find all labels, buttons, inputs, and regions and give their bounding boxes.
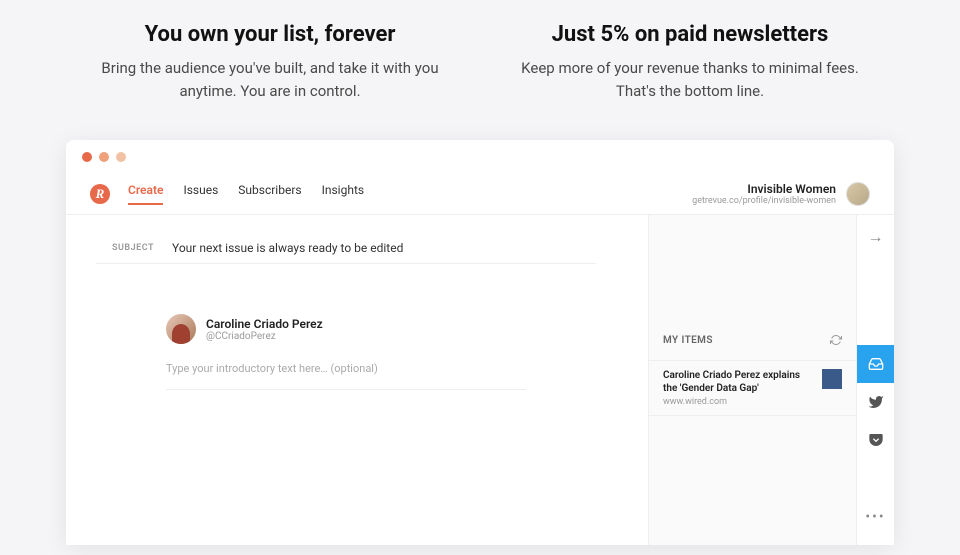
sidebar-panel: MY ITEMS Caroline Criado Perez explains …: [648, 215, 856, 545]
profile-name: Invisible Women: [692, 182, 836, 196]
feature-right-body: Keep more of your revenue thanks to mini…: [510, 57, 870, 102]
avatar: [846, 182, 870, 206]
intro-text-field[interactable]: Type your introductory text here… (optio…: [96, 356, 596, 390]
intro-divider: [166, 389, 526, 390]
twitter-icon[interactable]: [857, 383, 895, 421]
window-dot-close: [82, 152, 92, 162]
browser-window: R Create Issues Subscribers Insights Inv…: [66, 140, 894, 545]
author-name: Caroline Criado Perez: [206, 317, 323, 331]
feature-left-heading: You own your list, forever: [90, 22, 450, 47]
rail-collapse-icon[interactable]: →: [868, 215, 884, 259]
sidebar-head: MY ITEMS: [649, 321, 856, 360]
author-handle: @CCriadoPerez: [206, 331, 323, 342]
sidebar-item-thumb: [822, 369, 842, 389]
feature-left: You own your list, forever Bring the aud…: [90, 22, 450, 102]
refresh-icon[interactable]: [830, 331, 842, 350]
author-text: Caroline Criado Perez @CCriadoPerez: [206, 317, 323, 342]
window-chrome: [66, 140, 894, 174]
author-block: Caroline Criado Perez @CCriadoPerez: [96, 264, 596, 356]
editor-area: SUBJECT Your next issue is always ready …: [66, 215, 648, 545]
nav-create[interactable]: Create: [128, 183, 163, 205]
nav: Create Issues Subscribers Insights: [128, 183, 364, 205]
feature-right: Just 5% on paid newsletters Keep more of…: [510, 22, 870, 102]
profile-url: getrevue.co/profile/invisible-women: [692, 196, 836, 206]
feature-row: You own your list, forever Bring the aud…: [0, 0, 960, 140]
sidebar-item[interactable]: Caroline Criado Perez explains the 'Gend…: [649, 360, 856, 416]
inbox-icon[interactable]: [857, 345, 895, 383]
app-body: SUBJECT Your next issue is always ready …: [66, 215, 894, 545]
app-logo[interactable]: R: [90, 184, 110, 204]
subject-value: Your next issue is always ready to be ed…: [172, 241, 403, 255]
subject-row[interactable]: SUBJECT Your next issue is always ready …: [96, 233, 596, 264]
editor-card: SUBJECT Your next issue is always ready …: [96, 233, 596, 390]
feature-right-heading: Just 5% on paid newsletters: [510, 22, 870, 47]
nav-subscribers[interactable]: Subscribers: [238, 183, 301, 205]
icon-rail: → •••: [856, 215, 894, 545]
nav-insights[interactable]: Insights: [322, 183, 364, 205]
sidebar-item-info: Caroline Criado Perez explains the 'Gend…: [663, 369, 814, 407]
app-header: R Create Issues Subscribers Insights Inv…: [66, 174, 894, 215]
window-dot-minimize: [99, 152, 109, 162]
sidebar-item-title: Caroline Criado Perez explains the 'Gend…: [663, 369, 814, 395]
subject-label: SUBJECT: [112, 243, 154, 253]
rail-more-icon[interactable]: •••: [865, 509, 885, 525]
intro-placeholder: Type your introductory text here… (optio…: [166, 362, 378, 375]
profile-text: Invisible Women getrevue.co/profile/invi…: [692, 182, 836, 206]
sidebar-title: MY ITEMS: [663, 335, 713, 346]
window-dot-zoom: [116, 152, 126, 162]
profile-area[interactable]: Invisible Women getrevue.co/profile/invi…: [692, 182, 870, 206]
author-avatar: [166, 314, 196, 344]
nav-issues[interactable]: Issues: [183, 183, 218, 205]
feature-left-body: Bring the audience you've built, and tak…: [90, 57, 450, 102]
sidebar-item-source: www.wired.com: [663, 397, 814, 407]
pocket-icon[interactable]: [857, 421, 895, 459]
